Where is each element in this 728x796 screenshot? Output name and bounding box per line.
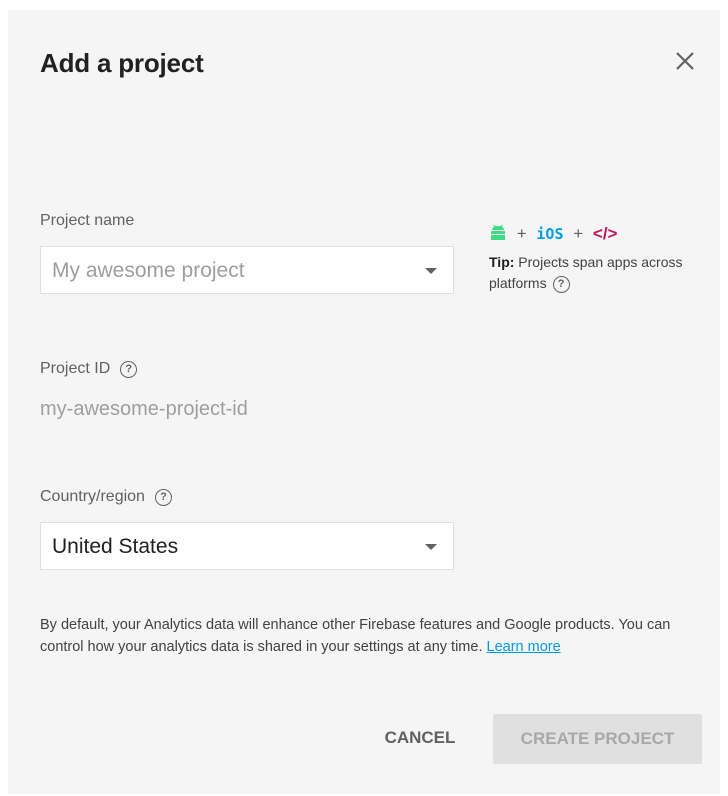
help-icon[interactable]: ? bbox=[120, 361, 138, 378]
learn-more-link[interactable]: Learn more bbox=[487, 639, 561, 655]
project-name-label: Project name bbox=[40, 212, 135, 229]
tip-bold-label: Tip: bbox=[489, 254, 515, 270]
dialog-title: Add a project bbox=[40, 48, 204, 78]
add-project-dialog: Add a project Project name My awesome pr… bbox=[8, 10, 720, 794]
country-select[interactable]: United States bbox=[40, 522, 454, 570]
dropdown-arrow-icon[interactable] bbox=[425, 268, 437, 274]
country-label: Country/region bbox=[40, 488, 145, 505]
dropdown-arrow-icon[interactable] bbox=[425, 544, 437, 550]
help-icon[interactable]: ? bbox=[154, 489, 172, 506]
platform-tip: + iOS + </> Tip: Projects span apps acro… bbox=[489, 222, 689, 294]
project-name-input[interactable]: My awesome project bbox=[40, 246, 454, 294]
project-id-label: Project ID bbox=[40, 360, 111, 377]
android-icon bbox=[491, 224, 505, 240]
disclaimer-text: By default, your Analytics data will enh… bbox=[40, 617, 671, 655]
project-id-value[interactable]: my-awesome-project-id bbox=[40, 398, 248, 421]
cancel-button[interactable]: CANCEL bbox=[368, 714, 472, 762]
ios-icon: iOS bbox=[536, 225, 564, 243]
country-label-row: Country/region? bbox=[40, 488, 172, 506]
close-button[interactable] bbox=[670, 46, 700, 76]
tip-description: Projects span apps across platforms bbox=[489, 254, 683, 291]
analytics-disclaimer: By default, your Analytics data will enh… bbox=[40, 614, 700, 658]
create-project-button[interactable]: CREATE PROJECT bbox=[493, 714, 702, 764]
tip-text: Tip: Projects span apps across platforms… bbox=[489, 252, 689, 294]
project-name-placeholder: My awesome project bbox=[52, 259, 245, 282]
platform-icons: + iOS + </> bbox=[489, 222, 689, 246]
country-value: United States bbox=[52, 535, 179, 558]
close-icon bbox=[676, 52, 694, 70]
plus-sign: + bbox=[573, 224, 584, 243]
web-code-icon: </> bbox=[592, 224, 618, 243]
help-icon[interactable]: ? bbox=[552, 276, 570, 293]
project-id-label-row: Project ID? bbox=[40, 360, 138, 378]
plus-sign: + bbox=[516, 224, 527, 243]
